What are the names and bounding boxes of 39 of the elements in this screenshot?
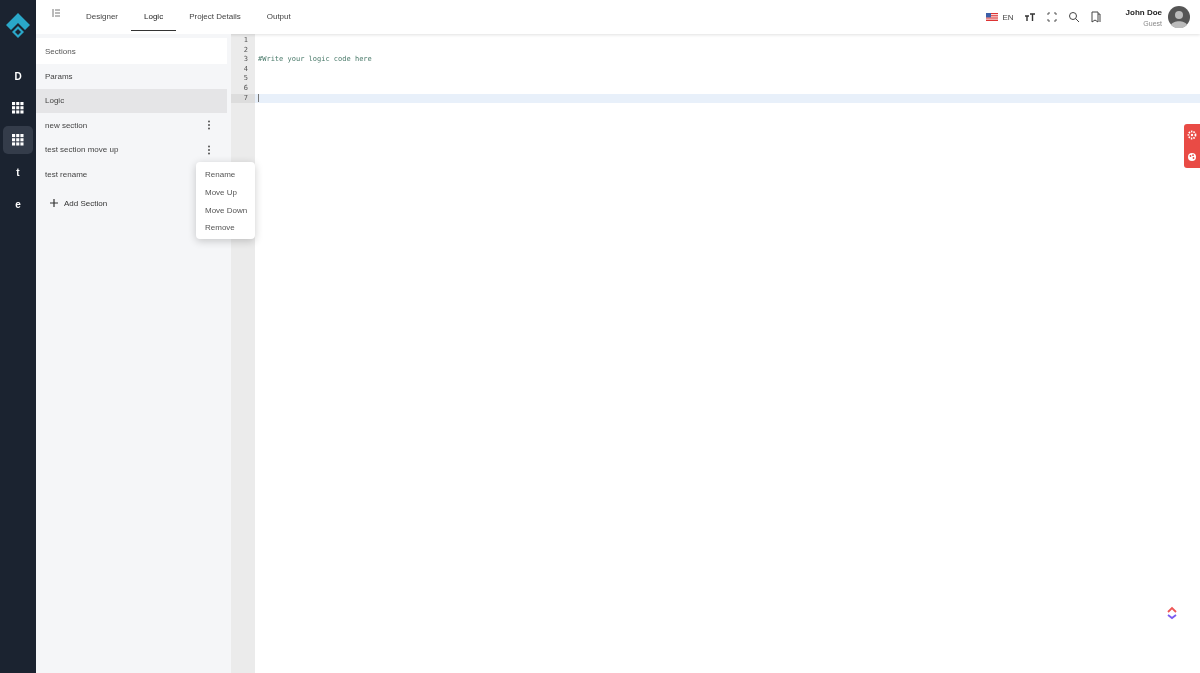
tab[interactable]: Output bbox=[253, 3, 304, 31]
rail-button[interactable]: e bbox=[3, 190, 33, 218]
section-item[interactable]: test section move up bbox=[36, 137, 227, 162]
more-icon[interactable] bbox=[207, 144, 211, 155]
grid-icon bbox=[12, 102, 24, 114]
logo-icon bbox=[5, 12, 31, 38]
menu-item[interactable]: Move Down bbox=[196, 200, 255, 219]
text-size-icon[interactable] bbox=[1023, 11, 1036, 23]
section-label: test section move up bbox=[45, 145, 119, 155]
menu-item[interactable]: Rename bbox=[196, 165, 255, 183]
more-icon[interactable] bbox=[207, 120, 211, 131]
section-label: new section bbox=[45, 120, 88, 130]
menu-item[interactable]: Move Up bbox=[196, 182, 255, 201]
side-tab[interactable] bbox=[1184, 124, 1200, 168]
rail-button[interactable]: D bbox=[3, 62, 33, 90]
menu-item[interactable]: Remove bbox=[196, 218, 255, 237]
section-item[interactable]: new section bbox=[36, 113, 227, 138]
tab[interactable]: Designer bbox=[73, 3, 131, 31]
fullscreen-icon[interactable] bbox=[1045, 11, 1058, 23]
tab[interactable]: Project Details bbox=[176, 3, 254, 31]
palette-icon[interactable] bbox=[1187, 152, 1197, 162]
section-label: Logic bbox=[45, 96, 65, 106]
search-icon[interactable] bbox=[1067, 11, 1080, 23]
section-item[interactable]: Params bbox=[36, 64, 227, 89]
grid-button[interactable] bbox=[3, 126, 33, 154]
bookmark-icon[interactable] bbox=[1089, 11, 1102, 23]
panel-title: Sections bbox=[36, 38, 227, 64]
user-name: John Doe bbox=[1125, 7, 1162, 17]
rail-button[interactable]: t bbox=[3, 158, 33, 186]
gear-icon[interactable] bbox=[1187, 130, 1197, 140]
avatar-icon[interactable] bbox=[1168, 6, 1190, 28]
section-label: Params bbox=[45, 71, 73, 81]
tab[interactable]: Logic bbox=[131, 3, 177, 31]
plus-icon bbox=[50, 199, 58, 207]
flag-icon[interactable] bbox=[986, 11, 999, 23]
language-label[interactable]: EN bbox=[1002, 12, 1014, 22]
grid-icon bbox=[12, 134, 24, 146]
section-item[interactable]: Logic bbox=[36, 88, 227, 113]
text-cursor bbox=[258, 93, 259, 102]
